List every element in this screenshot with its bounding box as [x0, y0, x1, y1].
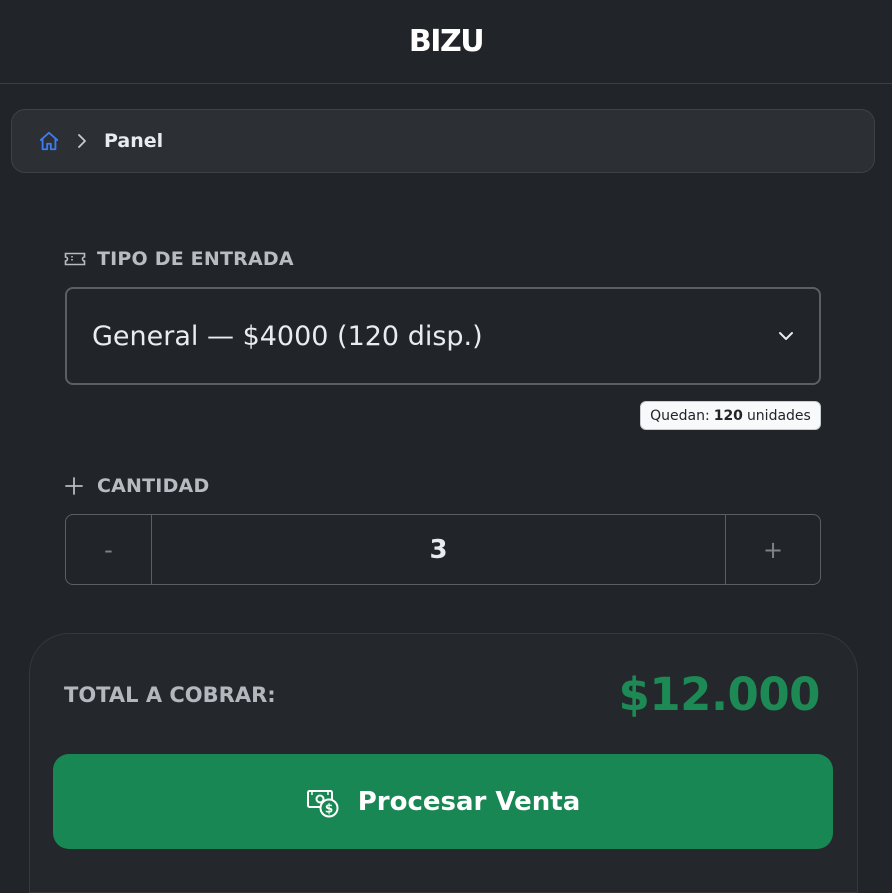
- process-sale-button[interactable]: $ Procesar Venta: [53, 754, 833, 849]
- total-label: TOTAL A COBRAR:: [64, 683, 276, 707]
- quantity-label-text: CANTIDAD: [97, 475, 210, 497]
- stock-suffix: unidades: [746, 407, 811, 424]
- svg-text:$: $: [325, 801, 333, 815]
- home-icon[interactable]: [38, 130, 60, 152]
- increment-button[interactable]: +: [725, 515, 820, 584]
- ticket-type-select[interactable]: General — $4000 (120 disp.): [65, 287, 821, 385]
- chevron-right-icon: [76, 133, 88, 149]
- cash-icon: $: [306, 785, 340, 819]
- top-bar: BIZU: [0, 0, 892, 84]
- decrement-button[interactable]: -: [66, 515, 152, 584]
- ticket-icon: [64, 248, 86, 270]
- quantity-label: CANTIDAD: [64, 475, 209, 497]
- ticket-type-label-text: TIPO DE ENTRADA: [97, 248, 294, 270]
- ticket-type-label: TIPO DE ENTRADA: [64, 248, 294, 270]
- stock-prefix: Quedan:: [650, 407, 710, 424]
- plus-icon: [64, 475, 86, 497]
- quantity-input[interactable]: 3: [152, 515, 725, 584]
- breadcrumb: Panel: [11, 109, 875, 173]
- brand-logo[interactable]: BIZU: [409, 24, 485, 59]
- process-sale-label: Procesar Venta: [357, 786, 581, 817]
- chevron-down-icon: [775, 325, 797, 347]
- total-amount: $12.000: [618, 668, 821, 721]
- stock-count: 120: [713, 407, 743, 424]
- quantity-stepper: - 3 +: [65, 514, 821, 585]
- ticket-type-selected-value: General — $4000 (120 disp.): [92, 320, 483, 352]
- breadcrumb-current: Panel: [104, 130, 164, 152]
- stock-badge: Quedan: 120 unidades: [640, 401, 821, 430]
